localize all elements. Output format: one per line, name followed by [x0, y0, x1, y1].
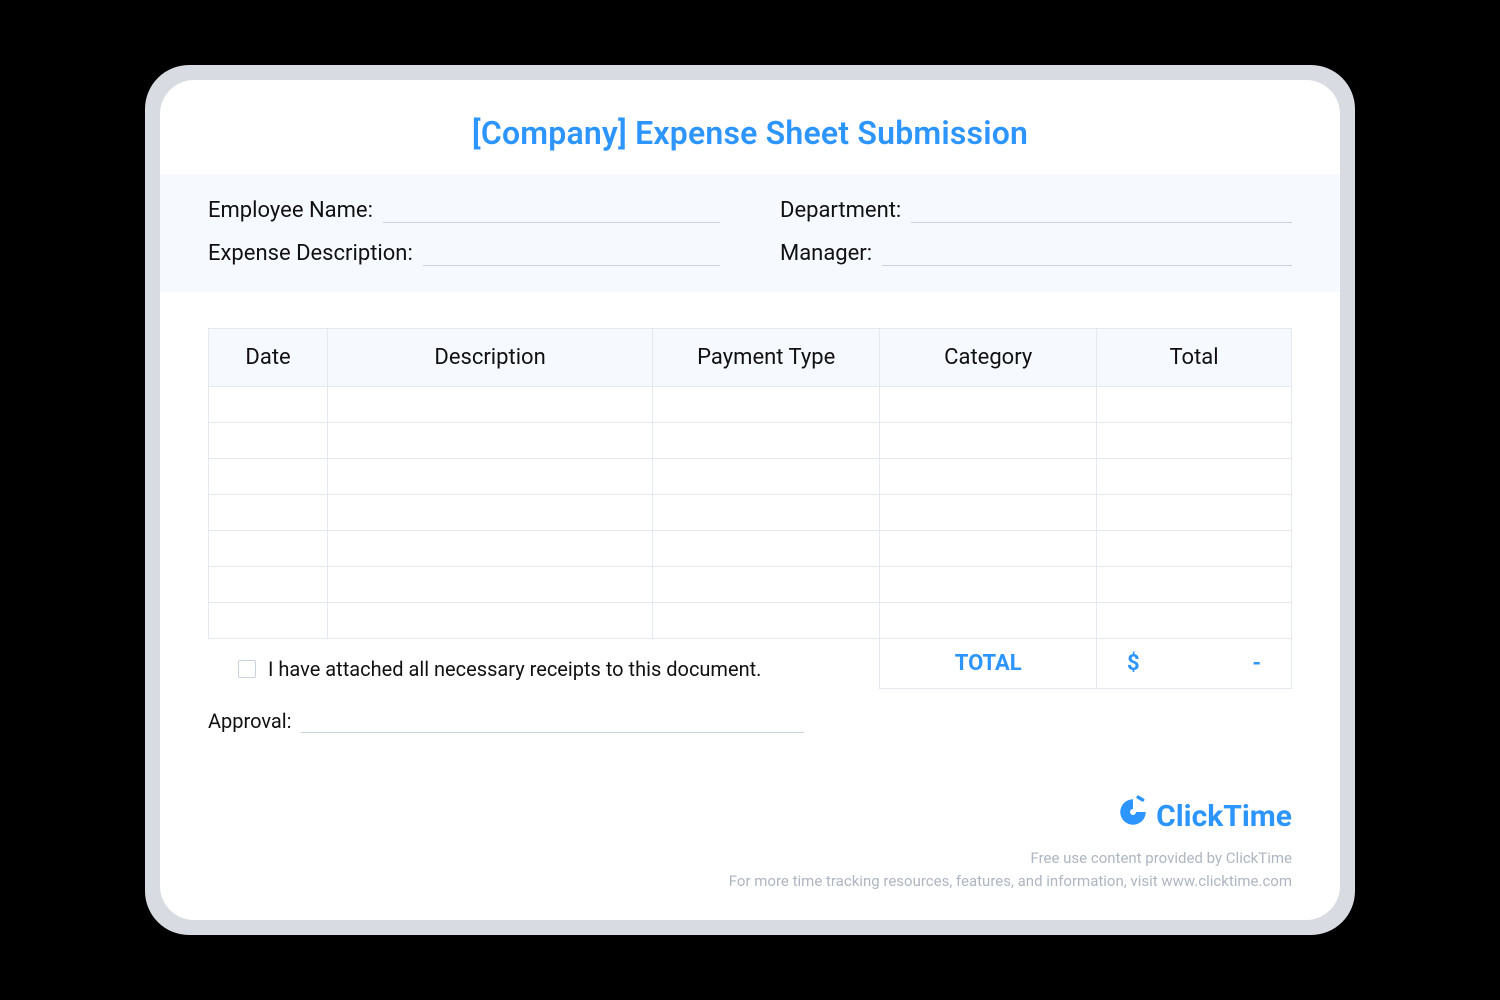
table-cell[interactable]	[1097, 423, 1292, 459]
col-description: Description	[328, 329, 653, 387]
table-cell[interactable]	[880, 495, 1097, 531]
receipt-confirmation: I have attached all necessary receipts t…	[208, 657, 1292, 681]
table-cell[interactable]	[1097, 495, 1292, 531]
table-cell[interactable]	[653, 423, 880, 459]
table-cell[interactable]	[328, 567, 653, 603]
table-row	[209, 459, 1292, 495]
col-total: Total	[1097, 329, 1292, 387]
table-cell[interactable]	[328, 459, 653, 495]
table-row	[209, 567, 1292, 603]
table-cell[interactable]	[328, 531, 653, 567]
label-employee-name: Employee Name:	[208, 198, 373, 223]
table-cell[interactable]	[653, 603, 880, 639]
field-employee-name: Employee Name:	[208, 198, 720, 223]
table-cell[interactable]	[209, 567, 328, 603]
col-category: Category	[880, 329, 1097, 387]
table-cell[interactable]	[880, 423, 1097, 459]
table-cell[interactable]	[1097, 603, 1292, 639]
table-cell[interactable]	[653, 459, 880, 495]
input-manager[interactable]	[882, 244, 1292, 266]
label-manager: Manager:	[780, 241, 872, 266]
input-approval[interactable]	[301, 713, 804, 733]
credit-line-2: For more time tracking resources, featur…	[729, 870, 1292, 893]
table-cell[interactable]	[328, 495, 653, 531]
table-cell[interactable]	[653, 567, 880, 603]
table-cell[interactable]	[880, 387, 1097, 423]
info-band: Employee Name: Department: Expense Descr…	[160, 174, 1340, 292]
document-panel: [Company] Expense Sheet Submission Emplo…	[160, 80, 1340, 920]
input-employee-name[interactable]	[383, 201, 720, 223]
receipt-checkbox[interactable]	[238, 660, 256, 678]
table-cell[interactable]	[653, 387, 880, 423]
table-cell[interactable]	[209, 531, 328, 567]
table-cell[interactable]	[880, 567, 1097, 603]
table-header-row: Date Description Payment Type Category T…	[209, 329, 1292, 387]
table-cell[interactable]	[880, 531, 1097, 567]
brand-logo: ClickTime	[1116, 795, 1292, 837]
table-row	[209, 603, 1292, 639]
label-department: Department:	[780, 198, 901, 223]
table-cell[interactable]	[1097, 387, 1292, 423]
footer: ClickTime Free use content provided by C…	[160, 865, 1340, 920]
table-cell[interactable]	[653, 495, 880, 531]
approval-label: Approval:	[208, 709, 291, 733]
table-row	[209, 387, 1292, 423]
field-manager: Manager:	[780, 241, 1292, 266]
table-cell[interactable]	[653, 531, 880, 567]
table-cell[interactable]	[1097, 567, 1292, 603]
approval-field: Approval:	[208, 709, 804, 733]
table-row	[209, 495, 1292, 531]
input-department[interactable]	[911, 201, 1292, 223]
credit-line-1: Free use content provided by ClickTime	[729, 847, 1292, 870]
table-cell[interactable]	[880, 603, 1097, 639]
input-expense-description[interactable]	[423, 244, 720, 266]
table-cell[interactable]	[1097, 531, 1292, 567]
table-cell[interactable]	[328, 603, 653, 639]
expense-table-wrap: Date Description Payment Type Category T…	[160, 292, 1340, 689]
table-cell[interactable]	[328, 423, 653, 459]
table-cell[interactable]	[209, 495, 328, 531]
col-date: Date	[209, 329, 328, 387]
table-cell[interactable]	[1097, 459, 1292, 495]
tablet-frame: [Company] Expense Sheet Submission Emplo…	[145, 65, 1355, 935]
stopwatch-icon	[1116, 795, 1150, 837]
receipt-checkbox-label: I have attached all necessary receipts t…	[268, 657, 761, 681]
label-expense-description: Expense Description:	[208, 241, 413, 266]
field-department: Department:	[780, 198, 1292, 223]
table-cell[interactable]	[209, 603, 328, 639]
table-cell[interactable]	[328, 387, 653, 423]
col-payment-type: Payment Type	[653, 329, 880, 387]
table-cell[interactable]	[209, 459, 328, 495]
table-cell[interactable]	[209, 423, 328, 459]
table-row	[209, 423, 1292, 459]
table-cell[interactable]	[209, 387, 328, 423]
document-title: [Company] Expense Sheet Submission	[160, 114, 1340, 152]
below-table: I have attached all necessary receipts t…	[160, 657, 1340, 733]
expense-table: Date Description Payment Type Category T…	[208, 328, 1292, 689]
title-bar: [Company] Expense Sheet Submission	[160, 80, 1340, 174]
table-cell[interactable]	[880, 459, 1097, 495]
brand-name: ClickTime	[1156, 799, 1292, 834]
table-row	[209, 531, 1292, 567]
credit-text: Free use content provided by ClickTime F…	[729, 847, 1292, 892]
field-expense-description: Expense Description:	[208, 241, 720, 266]
